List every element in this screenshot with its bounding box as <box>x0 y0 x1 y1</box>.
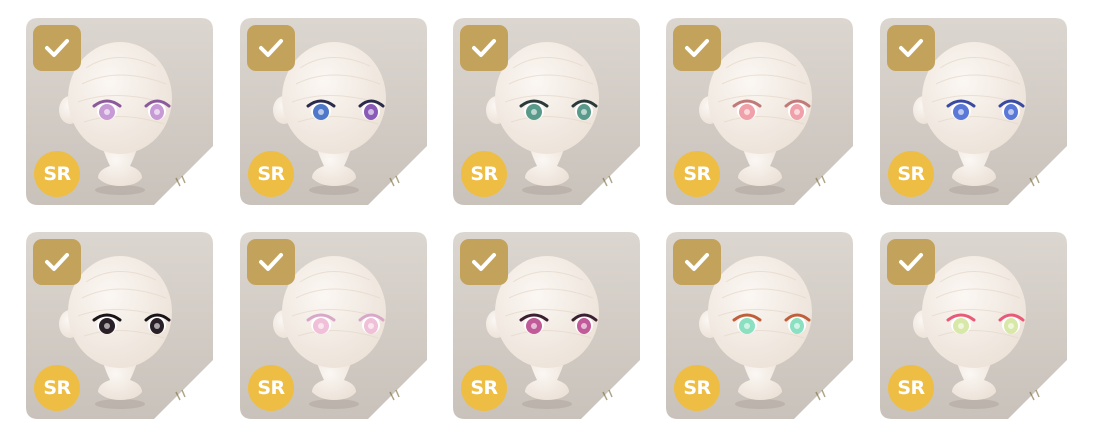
eye-item-card[interactable]: SR <box>666 18 853 205</box>
eye-item-card[interactable]: SR <box>453 18 640 205</box>
selected-check-icon[interactable] <box>887 25 935 71</box>
eye-item-card[interactable]: SR <box>666 232 853 419</box>
selected-check-icon[interactable] <box>247 25 295 71</box>
selected-check-icon[interactable] <box>887 239 935 285</box>
eye-item-card[interactable]: SR <box>26 232 213 419</box>
selected-check-icon[interactable] <box>460 239 508 285</box>
selected-check-icon[interactable] <box>673 239 721 285</box>
eye-item-card[interactable]: SR <box>880 232 1067 419</box>
eye-item-card[interactable]: SR <box>240 18 427 205</box>
rarity-badge: SR <box>461 365 507 411</box>
eye-item-card[interactable]: SR <box>453 232 640 419</box>
eye-item-card[interactable]: SR <box>26 18 213 205</box>
rarity-badge: SR <box>461 151 507 197</box>
selected-check-icon[interactable] <box>460 25 508 71</box>
rarity-badge: SR <box>674 365 720 411</box>
selected-check-icon[interactable] <box>33 25 81 71</box>
rarity-badge: SR <box>674 151 720 197</box>
rarity-badge: SR <box>248 365 294 411</box>
eye-item-card[interactable]: SR <box>240 232 427 419</box>
rarity-badge: SR <box>34 151 80 197</box>
rarity-badge: SR <box>888 365 934 411</box>
eye-item-card[interactable]: SR <box>880 18 1067 205</box>
rarity-badge: SR <box>248 151 294 197</box>
selected-check-icon[interactable] <box>247 239 295 285</box>
rarity-badge: SR <box>888 151 934 197</box>
eye-selection-grid: SR SR SR SR SR SR SR SR SR SR <box>0 0 1096 434</box>
rarity-badge: SR <box>34 365 80 411</box>
selected-check-icon[interactable] <box>673 25 721 71</box>
selected-check-icon[interactable] <box>33 239 81 285</box>
